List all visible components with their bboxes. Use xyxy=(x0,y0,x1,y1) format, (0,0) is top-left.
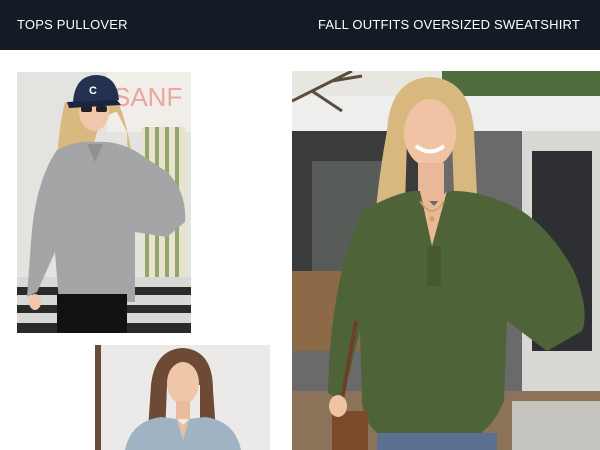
header-bar: TOPS PULLOVER FALL OUTFITS OVERSIZED SWE… xyxy=(0,0,600,50)
denim-shirt-photo[interactable] xyxy=(95,345,270,450)
cap-logo-letter: C xyxy=(89,85,97,97)
olive-sweatshirt-photo[interactable] xyxy=(292,71,600,450)
fall-outfits-heading: FALL OUTFITS OVERSIZED SWEATSHIRT xyxy=(317,17,580,32)
tops-pullover-heading: TOPS PULLOVER xyxy=(17,17,128,32)
shop-sign-text: SANF xyxy=(113,82,182,112)
grey-pullover-photo[interactable]: SANF C xyxy=(17,72,191,333)
